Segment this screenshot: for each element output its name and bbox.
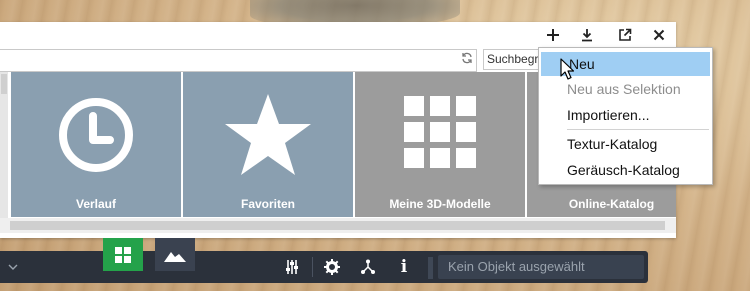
selection-status: Kein Objekt ausgewählt bbox=[438, 255, 644, 279]
refresh-icon[interactable] bbox=[461, 52, 473, 67]
vertical-scrollbar[interactable] bbox=[0, 72, 8, 218]
horizontal-scrollbar[interactable] bbox=[0, 218, 676, 233]
gear-icon[interactable] bbox=[322, 257, 342, 277]
terrain-button[interactable] bbox=[155, 238, 195, 271]
menu-item-textur-katalog[interactable]: Textur-Katalog bbox=[539, 132, 712, 156]
info-icon[interactable]: i bbox=[394, 257, 414, 277]
tile-label: Meine 3D-Modelle bbox=[389, 197, 491, 211]
tile-verlauf[interactable]: Verlauf bbox=[11, 72, 181, 217]
tile-label: Favoriten bbox=[240, 197, 295, 211]
catalog-grid-button[interactable] bbox=[103, 238, 143, 271]
divider bbox=[428, 257, 433, 279]
star-icon bbox=[223, 92, 313, 183]
bottom-toolbar: i Kein Objekt ausgewählt bbox=[0, 251, 648, 283]
search-input[interactable]: Suchbegr bbox=[483, 49, 543, 70]
tile-label: Verlauf bbox=[75, 197, 117, 211]
chevron-down-icon[interactable] bbox=[6, 259, 20, 275]
path-field[interactable] bbox=[0, 49, 477, 72]
close-icon[interactable] bbox=[648, 24, 670, 46]
external-link-icon[interactable] bbox=[614, 24, 636, 46]
menu-item-gerausch-katalog[interactable]: Geräusch-Katalog bbox=[539, 158, 712, 182]
share-nodes-icon[interactable] bbox=[358, 257, 378, 277]
sliders-icon[interactable] bbox=[282, 257, 302, 277]
menu-item-importieren[interactable]: Importieren... bbox=[539, 103, 712, 127]
divider bbox=[312, 257, 313, 277]
mouse-cursor-icon bbox=[560, 58, 575, 85]
download-icon[interactable] bbox=[576, 24, 598, 46]
plus-icon[interactable] bbox=[542, 24, 564, 46]
panel-toolbar bbox=[0, 22, 676, 46]
grid-icon bbox=[404, 96, 476, 173]
tile-meine-3d-modelle[interactable]: Meine 3D-Modelle bbox=[355, 72, 525, 217]
menu-separator bbox=[567, 129, 709, 130]
clock-icon bbox=[57, 96, 135, 179]
tile-label: Online-Katalog bbox=[568, 197, 655, 211]
tile-favoriten[interactable]: Favoriten bbox=[183, 72, 353, 217]
